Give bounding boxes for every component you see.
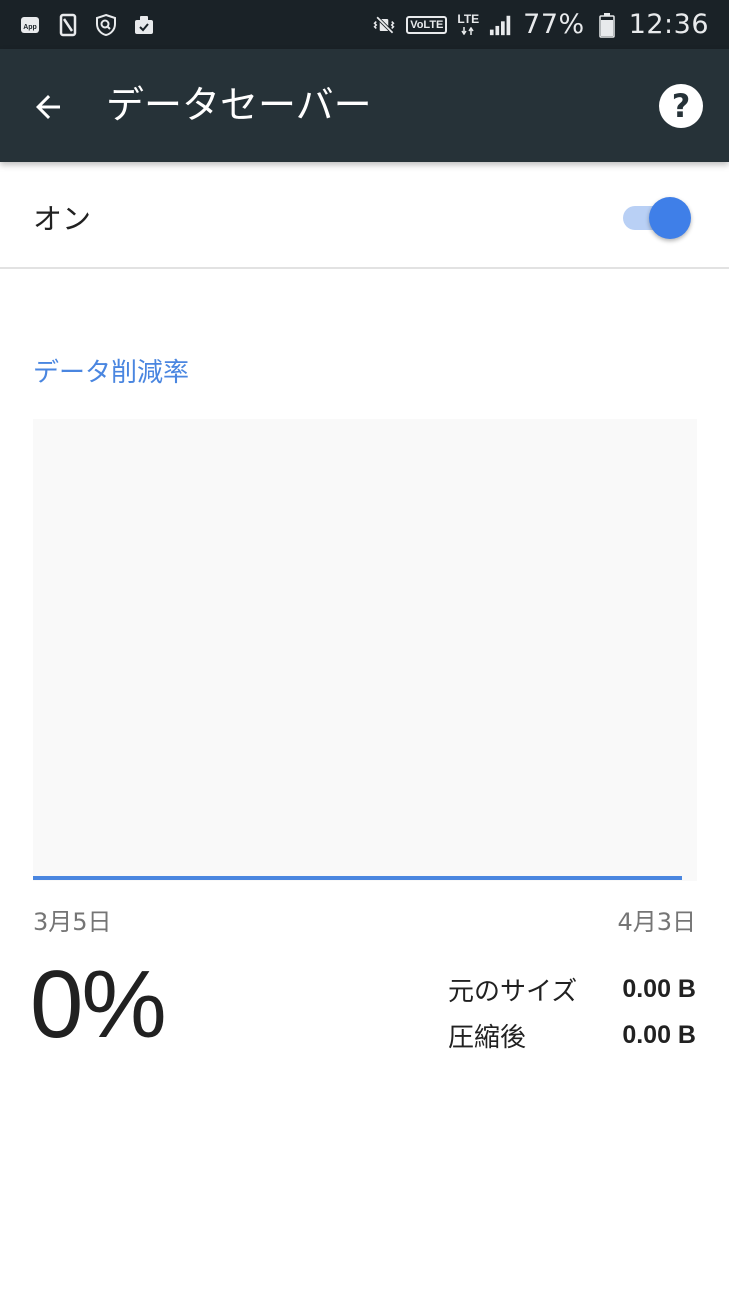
status-bar: App VoLTE LTE 77% 12:36 [0, 0, 729, 49]
compressed-label: 圧縮後 [448, 1022, 527, 1053]
data-saver-switch[interactable] [623, 197, 691, 239]
data-saver-toggle-row[interactable]: オン [0, 162, 729, 269]
page-title: データセーバー [106, 83, 372, 127]
compressed-value: 0.00 B [622, 1020, 696, 1049]
help-icon: ? [671, 87, 691, 125]
signal-icon [489, 13, 513, 37]
savings-chart [33, 419, 697, 881]
back-button[interactable] [22, 81, 74, 133]
savings-section-title: データ削減率 [33, 358, 190, 388]
clock: 12:36 [628, 9, 709, 40]
help-button[interactable]: ? [659, 84, 703, 128]
lte-label: LTE [457, 11, 480, 26]
size-stats: 元のサイズ 0.00 B 圧縮後 0.00 B [448, 966, 696, 1058]
compressed-size-row: 圧縮後 0.00 B [448, 1012, 696, 1058]
chart-start-date: 3月5日 [33, 908, 112, 936]
battery-percent: 77% [523, 9, 585, 40]
original-size-value: 0.00 B [622, 974, 696, 1003]
switch-thumb [649, 197, 691, 239]
battery-icon [595, 12, 619, 38]
svg-text:App: App [23, 24, 37, 31]
chart-end-date: 4月3日 [617, 908, 696, 936]
original-size-label: 元のサイズ [448, 976, 578, 1007]
clipboard-check-icon [132, 13, 156, 37]
app-bar: データセーバー ? [0, 49, 729, 162]
chart-svg [33, 876, 682, 880]
shield-search-icon [94, 13, 118, 37]
toggle-label: オン [33, 202, 92, 236]
lte-icon: LTE [457, 13, 479, 37]
vibrate-mute-icon [372, 13, 396, 37]
volte-icon: VoLTE [406, 15, 448, 34]
original-size-row: 元のサイズ 0.00 B [448, 966, 696, 1012]
arrow-back-icon [36, 95, 60, 119]
phone-outline-icon [56, 13, 80, 37]
savings-percent: 0% [30, 951, 167, 1058]
app-notification-icon: App [18, 13, 42, 37]
